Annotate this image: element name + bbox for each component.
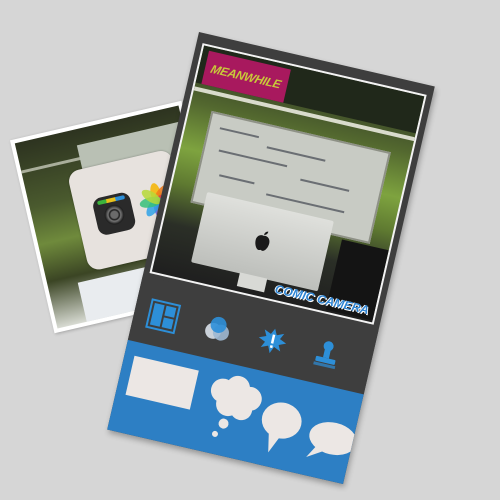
whiteboard-line (300, 178, 350, 192)
stamp-icon (313, 341, 336, 370)
whiteboard-line (266, 146, 326, 162)
stamp-tool-button[interactable] (306, 334, 347, 375)
whiteboard-line (219, 174, 255, 185)
whiteboard-line (219, 127, 260, 139)
camera-lens (102, 202, 127, 227)
rectangle-caption-option[interactable] (125, 355, 199, 410)
photo-frame: MEANWHILE COMIC CAMERA (149, 43, 427, 325)
camera-app-icon[interactable] (91, 190, 137, 237)
speech-bubble-oval-option[interactable] (304, 418, 360, 468)
layout-tool-button[interactable] (143, 296, 184, 337)
layout-grid-icon (145, 298, 182, 335)
caption-banner-text: MEANWHILE (209, 62, 284, 92)
exclamation-burst-icon (258, 328, 287, 354)
thought-cloud-option[interactable] (201, 370, 266, 445)
filter-circles-icon (205, 316, 229, 341)
speech-bubble-round-option[interactable] (255, 399, 306, 459)
speech-bubble-tool-button[interactable] (252, 321, 293, 362)
comic-photo[interactable]: MEANWHILE COMIC CAMERA (151, 45, 425, 323)
whiteboard-line (218, 149, 288, 168)
filter-tool-button[interactable] (197, 308, 238, 349)
camera-color-strip (96, 195, 126, 206)
comic-editor-screen: MEANWHILE COMIC CAMERA (107, 32, 435, 484)
